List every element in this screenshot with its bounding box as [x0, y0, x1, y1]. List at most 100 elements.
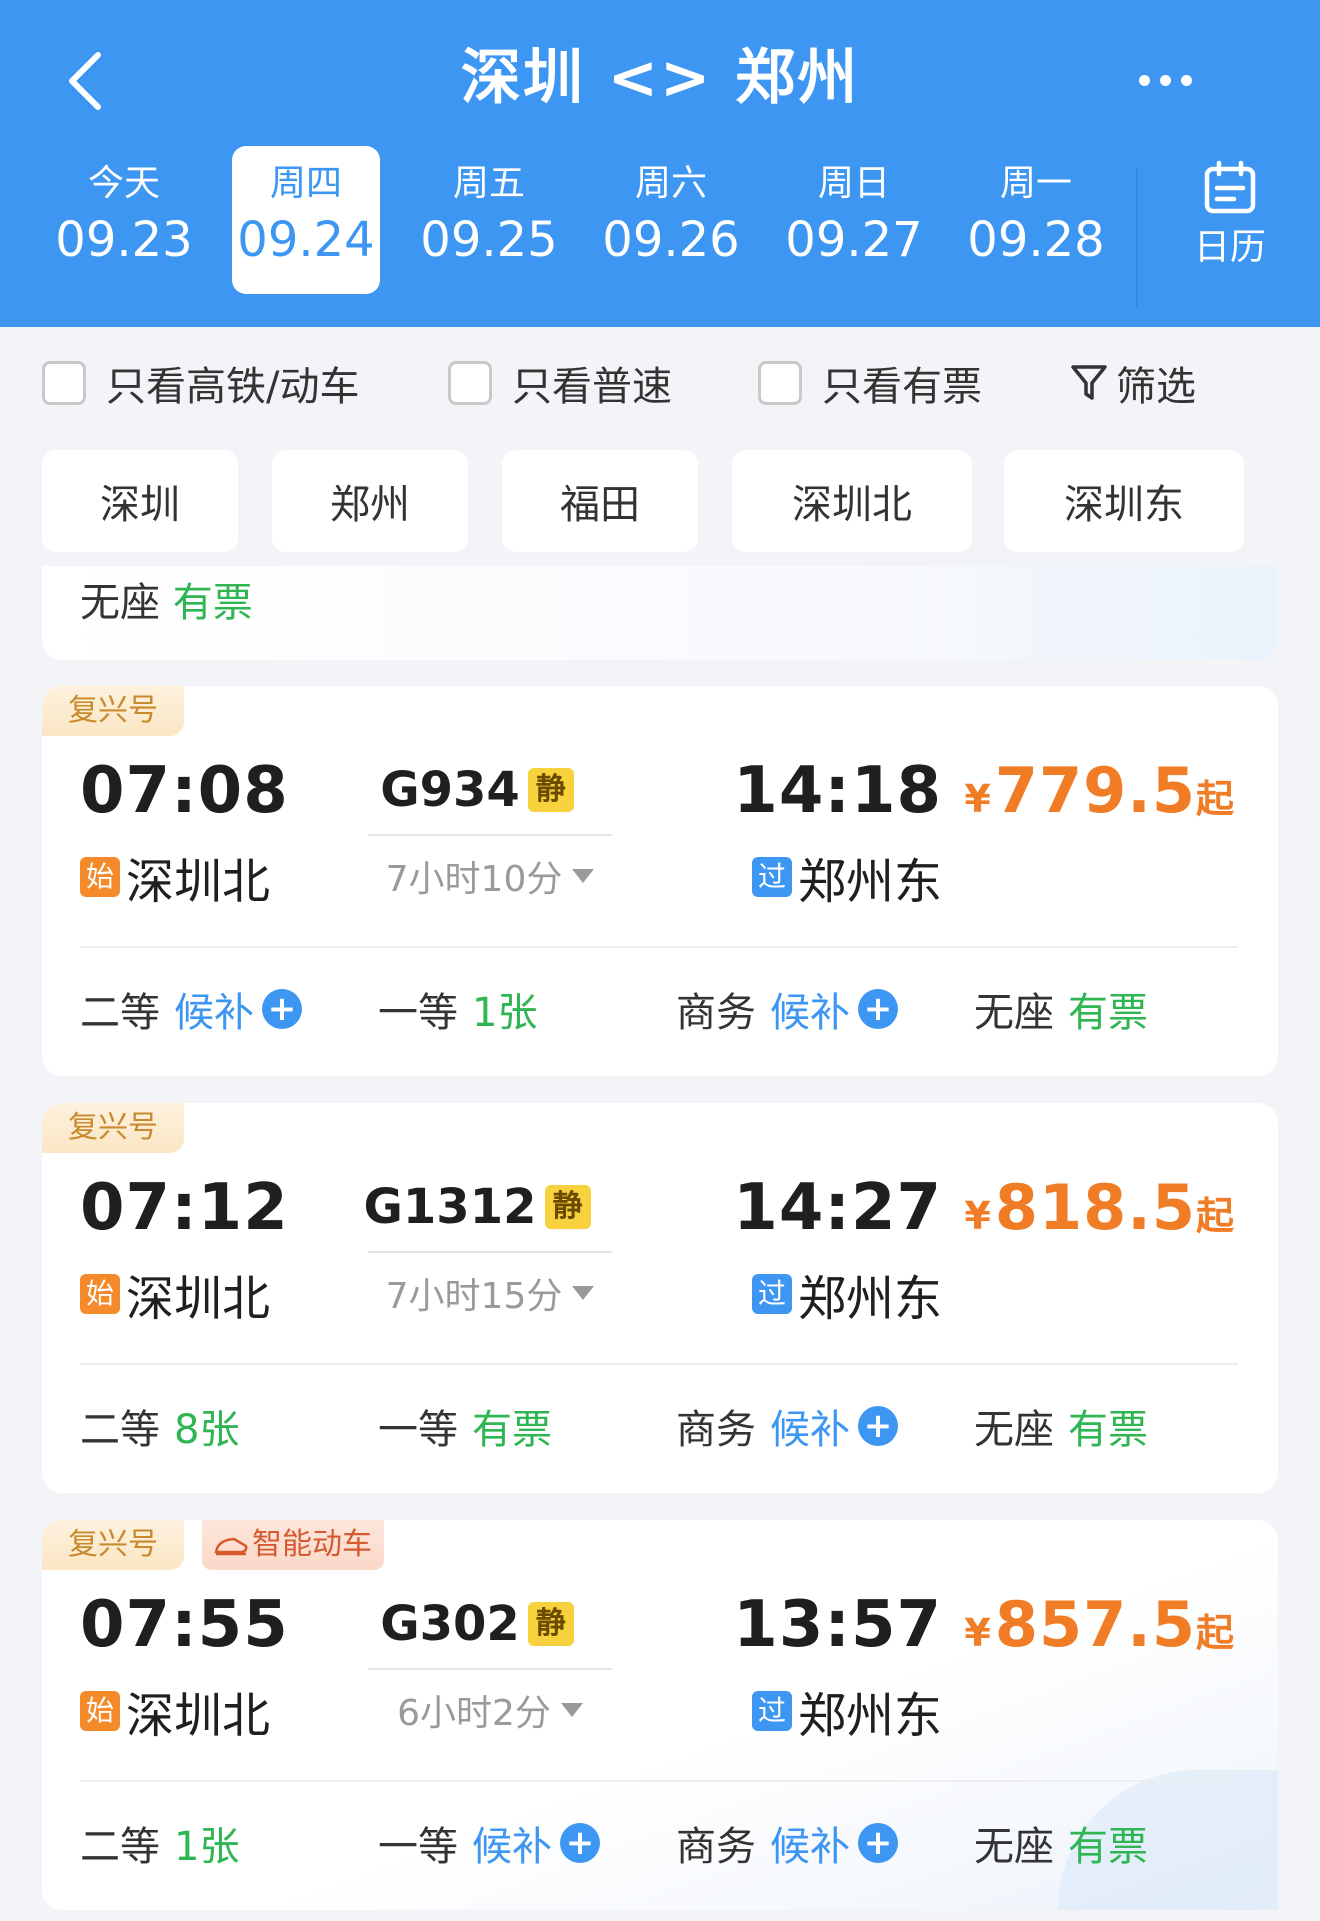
- filter-normal-checkbox[interactable]: 只看普速: [448, 355, 672, 411]
- seat-name: 二等: [80, 990, 160, 1036]
- price-suffix: 起: [1195, 1611, 1234, 1655]
- train-number: G1312 静: [352, 1179, 602, 1235]
- price: ¥ 857.5 起: [964, 1588, 1234, 1661]
- arrival-time: 14:18: [733, 754, 942, 828]
- seat-no-seat[interactable]: 无座 有票: [974, 1814, 1148, 1872]
- seat-status: 候补: [770, 1407, 850, 1453]
- plus-circle-icon: +: [560, 1823, 600, 1863]
- train-card-g934[interactable]: 复兴号 07:08 G934 静 7小时10分 14:18 ¥ 779.5 起 …: [42, 686, 1278, 1076]
- card-divider: [80, 1780, 1238, 1782]
- seat-name: 商务: [676, 1824, 756, 1870]
- train-number-text: G302: [380, 1596, 520, 1652]
- seat-no-seat[interactable]: 无座 有票: [974, 1397, 1148, 1455]
- plus-circle-icon: +: [858, 1823, 898, 1863]
- header: 深圳 <> 郑州 今天 09.23 周四 09.24 周五 09.25 周六 0…: [0, 0, 1320, 327]
- seat-status: 1张: [472, 990, 538, 1036]
- route-line: [368, 1668, 612, 1670]
- filter-available-checkbox[interactable]: 只看有票: [758, 355, 982, 411]
- seat-second-class[interactable]: 二等 候补 +: [80, 980, 302, 1038]
- checkbox-box: [42, 361, 86, 405]
- more-button[interactable]: [1120, 60, 1210, 100]
- duration-text: 6小时2分: [397, 1693, 551, 1734]
- duration-toggle[interactable]: 7小时10分: [352, 850, 628, 902]
- date-value: 09.24: [237, 212, 375, 268]
- seat-business-class[interactable]: 商务 候补 +: [676, 1814, 898, 1872]
- date-value: 09.27: [785, 212, 923, 268]
- date-value: 09.25: [420, 212, 558, 268]
- departure-station: 始 深圳北: [80, 1676, 270, 1746]
- train-number-text: G934: [380, 762, 520, 818]
- quiet-carriage-badge: 静: [527, 1602, 574, 1646]
- train-number-text: G1312: [363, 1179, 537, 1235]
- station-chip-shenzhen-east[interactable]: 深圳东: [1004, 450, 1244, 552]
- seat-name: 无座: [974, 1407, 1054, 1453]
- seat-status: 1张: [174, 1824, 240, 1870]
- departure-station: 始 深圳北: [80, 1259, 270, 1329]
- currency-symbol: ¥: [964, 1611, 991, 1655]
- price-amount: 818.5: [994, 1171, 1196, 1244]
- arrival-station: 过 郑州东: [622, 1676, 942, 1746]
- calendar-label: 日历: [1193, 227, 1266, 268]
- fuxing-tag: 复兴号: [42, 1520, 184, 1570]
- station-chip-shenzhen-north[interactable]: 深圳北: [732, 450, 972, 552]
- calendar-button[interactable]: 日历: [1150, 160, 1310, 280]
- price-suffix: 起: [1195, 777, 1234, 821]
- checkbox-box: [758, 361, 802, 405]
- calendar-icon: [1204, 160, 1256, 214]
- departure-time: 07:55: [80, 1588, 289, 1662]
- pass-badge: 过: [751, 857, 792, 897]
- seat-second-class[interactable]: 二等 1张: [80, 1814, 239, 1872]
- duration-toggle[interactable]: 7小时15分: [352, 1267, 628, 1319]
- seat-first-class[interactable]: 一等 有票: [378, 1397, 552, 1455]
- quiet-carriage-badge: 静: [544, 1185, 591, 1229]
- caret-down-icon: [560, 1703, 583, 1717]
- seat-no-seat[interactable]: 无座 有票: [974, 980, 1148, 1038]
- duration-text: 7小时10分: [385, 859, 563, 900]
- date-tab-0923[interactable]: 今天 09.23: [50, 146, 198, 294]
- plus-circle-icon: +: [858, 989, 898, 1029]
- origin-badge: 始: [80, 1691, 120, 1731]
- currency-symbol: ¥: [964, 1194, 991, 1238]
- filter-row: 只看高铁/动车 只看普速 只看有票 筛选: [0, 327, 1320, 439]
- date-value: 09.28: [967, 212, 1105, 268]
- train-icon: [214, 1537, 248, 1556]
- station-chip-shenzhen[interactable]: 深圳: [42, 450, 238, 552]
- train-card-g1312[interactable]: 复兴号 07:12 G1312 静 7小时15分 14:27 ¥ 818.5 起…: [42, 1103, 1278, 1493]
- seat-first-class[interactable]: 一等 1张: [378, 980, 537, 1038]
- arrival-time: 14:27: [733, 1171, 942, 1245]
- date-weekday: 周六: [634, 163, 707, 204]
- seat-business-class[interactable]: 商务 候补 +: [676, 980, 898, 1038]
- date-tab-0927[interactable]: 周日 09.27: [780, 146, 928, 294]
- seat-second-class[interactable]: 二等 8张: [80, 1397, 239, 1455]
- seat-status: 候补: [174, 990, 254, 1036]
- arrival-time: 13:57: [733, 1588, 942, 1662]
- station-chip-futian[interactable]: 福田: [502, 450, 698, 552]
- price: ¥ 779.5 起: [964, 754, 1234, 827]
- arrival-station-name: 郑州东: [797, 1271, 942, 1327]
- seat-first-class[interactable]: 一等 候补 +: [378, 1814, 600, 1872]
- station-chip-zhengzhou[interactable]: 郑州: [272, 450, 468, 552]
- date-tab-0925[interactable]: 周五 09.25: [415, 146, 563, 294]
- date-tab-0924-selected[interactable]: 周四 09.24: [232, 146, 380, 294]
- train-tags: 复兴号 智能动车: [42, 1520, 384, 1570]
- filter-button[interactable]: 筛选: [1070, 355, 1196, 411]
- origin-badge: 始: [80, 1274, 120, 1314]
- date-tab-0928[interactable]: 周一 09.28: [962, 146, 1110, 294]
- duration-text: 7小时15分: [385, 1276, 563, 1317]
- duration-toggle[interactable]: 6小时2分: [352, 1684, 628, 1736]
- date-tab-0926[interactable]: 周六 09.26: [597, 146, 745, 294]
- funnel-icon: [1071, 365, 1107, 400]
- seat-name: 商务: [676, 1407, 756, 1453]
- pass-badge: 过: [751, 1274, 792, 1314]
- train-card-g302[interactable]: 复兴号 智能动车 07:55 G302 静 6小时2分 13:57 ¥ 857.…: [42, 1520, 1278, 1910]
- quiet-carriage-badge: 静: [527, 768, 574, 812]
- pass-badge: 过: [751, 1691, 792, 1731]
- seat-business-class[interactable]: 商务 候补 +: [676, 1397, 898, 1455]
- train-number: G934 静: [352, 762, 602, 818]
- train-card-partial[interactable]: 无座 有票: [42, 566, 1278, 660]
- date-weekday: 周一: [999, 163, 1072, 204]
- date-value: 09.23: [55, 212, 193, 268]
- filter-high-speed-checkbox[interactable]: 只看高铁/动车: [42, 355, 359, 411]
- more-dot-icon: [1180, 74, 1192, 86]
- price-suffix: 起: [1195, 1194, 1234, 1238]
